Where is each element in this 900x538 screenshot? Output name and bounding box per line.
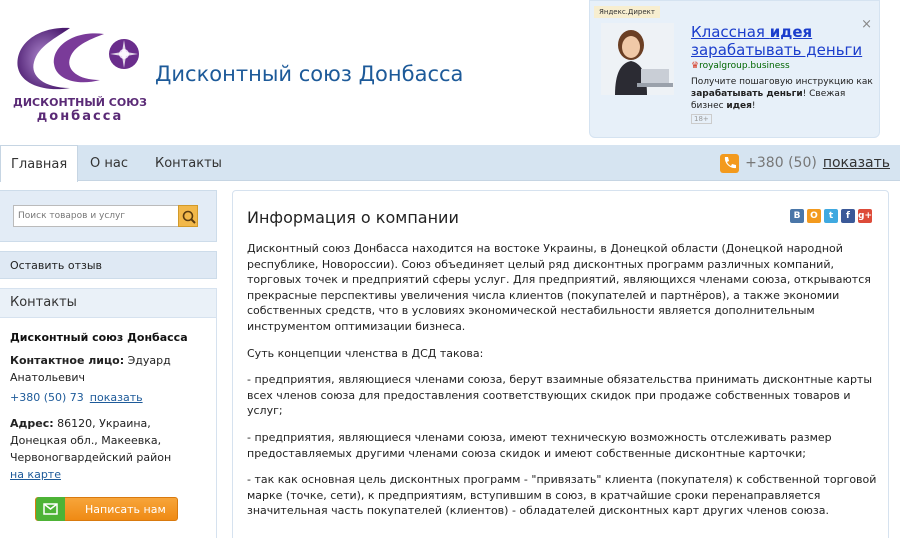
tab-home[interactable]: Главная [0, 145, 79, 182]
ad-image[interactable] [601, 23, 674, 95]
crown-icon: ♛ [691, 61, 700, 71]
svg-text:ДИСКОНТНЫЙ СОЮЗ: ДИСКОНТНЫЙ СОЮЗ [13, 96, 147, 109]
google-plus-icon[interactable]: g+ [858, 209, 872, 223]
search-panel: Поиск товаров и услуг [0, 190, 217, 242]
phone-icon [720, 153, 740, 173]
search-icon [182, 210, 196, 224]
ad-text-bold1: зарабатывать деньги [691, 89, 803, 99]
ad-headline-part1: Классная [691, 23, 770, 41]
envelope-icon [36, 497, 65, 521]
search-input[interactable]: Поиск товаров и услуг [13, 205, 179, 227]
vk-icon[interactable]: В [790, 209, 804, 223]
write-us-label: Написать нам [85, 503, 166, 516]
company-info-panel: Информация о компании В О t f g+ Дисконт… [232, 190, 889, 538]
tab-about[interactable]: О нас [90, 145, 128, 181]
twitter-icon[interactable]: t [824, 209, 838, 223]
ad-text-bold2: идея [726, 101, 752, 111]
header: ДИСКОНТНЫЙ СОЮЗ донбасса Дисконтный союз… [0, 0, 900, 145]
header-phone-show-link[interactable]: показать [823, 155, 890, 171]
ad-text: Получите пошаговую инструкцию как зараба… [691, 76, 876, 112]
contact-person: Контактное лицо: Эдуард Анатольевич [10, 352, 210, 386]
ad-text-part3: ! [751, 101, 756, 111]
facebook-icon[interactable]: f [841, 209, 855, 223]
ad-label[interactable]: Яндекс.Директ [594, 6, 660, 18]
contact-phone-show-link[interactable]: показать [90, 391, 143, 404]
contact-phone-number: +380 (50) 73 [10, 391, 84, 404]
header-phone: +380 (50) показать [720, 153, 890, 173]
site-logo[interactable]: ДИСКОНТНЫЙ СОЮЗ донбасса [8, 18, 152, 126]
company-description: Дисконтный союз Донбасса находится на во… [247, 241, 877, 530]
paragraph: - предприятия, являющиеся членами союза,… [247, 430, 832, 460]
contacts-title: Контакты [0, 289, 216, 318]
paragraph: - предприятия, являющиеся членами союза,… [247, 373, 873, 418]
nav-bar: Главная О нас Контакты +380 (50) показат… [0, 145, 900, 182]
contact-address: Адрес: 86120, Украина, Донецкая обл., Ма… [10, 415, 210, 483]
svg-text:донбасса: донбасса [37, 109, 123, 124]
search-button[interactable] [178, 205, 198, 227]
ad-headline-bold: идея [769, 23, 813, 41]
address-label: Адрес: [10, 417, 54, 430]
contact-person-label: Контактное лицо: [10, 354, 125, 367]
ad-headline-part2: зарабатывать деньги [691, 41, 863, 59]
social-share: В О t f g+ [790, 209, 872, 223]
company-info-title: Информация о компании [247, 208, 459, 227]
map-link[interactable]: на карте [10, 468, 61, 481]
header-phone-number: +380 (50) [745, 155, 817, 171]
company-name: Дисконтный союз Донбасса [10, 331, 188, 344]
odnoklassniki-icon[interactable]: О [807, 209, 821, 223]
age-badge: 18+ [691, 114, 712, 124]
paragraph: Суть концепции членства в ДСД такова: [247, 346, 484, 360]
ad-block: Яндекс.Директ × Классная идея зарабатыва… [589, 0, 880, 138]
paragraph: Дисконтный союз Донбасса находится на во… [247, 242, 871, 333]
paragraph: - так как основная цель дисконтных прогр… [247, 473, 877, 518]
ad-domain-text: royalgroup.business [699, 61, 790, 71]
ad-text-part1: Получите пошаговую инструкцию как [691, 77, 873, 87]
write-us-button[interactable]: Написать нам [35, 497, 178, 521]
leave-review-link[interactable]: Оставить отзыв [0, 251, 217, 279]
tab-contacts[interactable]: Контакты [155, 145, 222, 181]
site-title[interactable]: Дисконтный союз Донбасса [155, 62, 463, 86]
contact-phone: +380 (50) 73 показать [10, 391, 143, 404]
ad-domain[interactable]: ♛royalgroup.business [691, 61, 790, 71]
ad-headline[interactable]: Классная идея зарабатывать деньги [691, 23, 876, 59]
